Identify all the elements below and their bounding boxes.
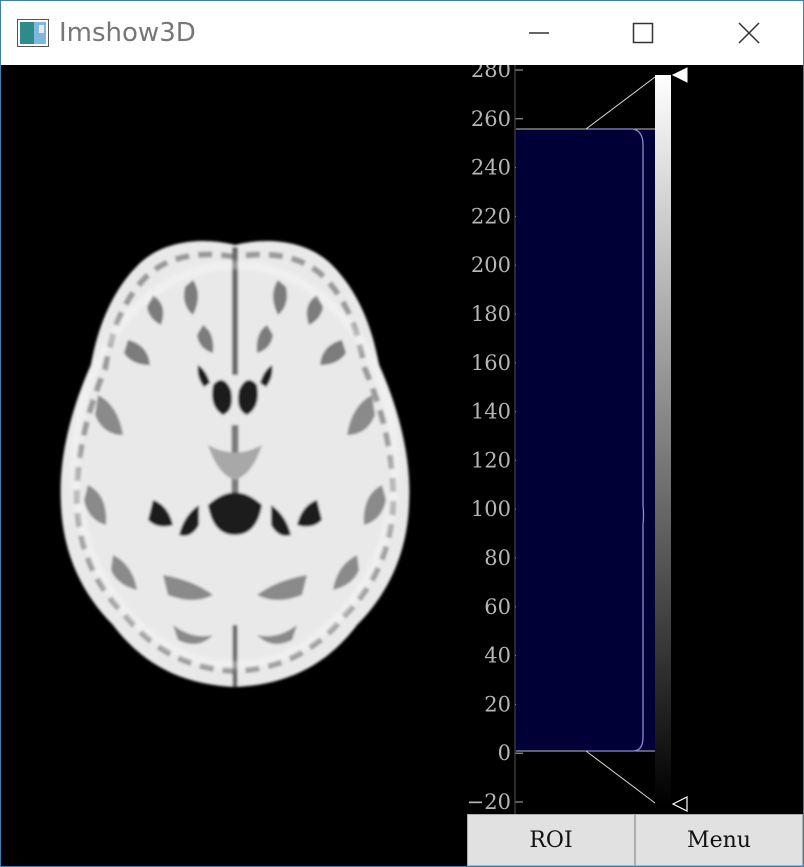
axis-tick-label: 160 [471, 351, 511, 375]
axis-tick-label: 280 [471, 65, 511, 82]
axis-tick-label: −20 [467, 790, 511, 814]
histogram-fill [516, 129, 655, 751]
axis-tick-label: 200 [471, 253, 511, 277]
axis-tick-label: 220 [471, 204, 511, 228]
axis-tick-label: 180 [471, 302, 511, 326]
upper-level-handle[interactable] [671, 67, 688, 83]
axis-tick-label: 240 [471, 156, 511, 180]
axis-tick-label: 80 [484, 546, 511, 570]
close-icon [738, 22, 760, 44]
axis-tick-label: 140 [471, 400, 511, 424]
imshow3d-window: Imshow3D 280 260 240 220 200 180 160 140… [0, 0, 804, 867]
axis-tick-label: 60 [484, 595, 511, 619]
minimize-button[interactable] [489, 1, 589, 65]
axis-tick-label: 0 [498, 741, 511, 765]
axis-tick-label: 40 [484, 644, 511, 668]
app-icon [17, 19, 49, 47]
title-bar[interactable]: Imshow3D [1, 1, 803, 65]
window-title: Imshow3D [59, 18, 196, 48]
upper-level-connector [585, 76, 656, 130]
lower-level-connector [585, 750, 656, 804]
maximize-button[interactable] [593, 1, 693, 65]
intensity-histogram-panel[interactable]: 280260240220200180160140120100806040200−… [3, 65, 803, 815]
close-button[interactable] [699, 1, 799, 65]
menu-button[interactable]: Menu [635, 814, 803, 866]
axis-tick-label: 260 [471, 107, 511, 131]
image-viewport[interactable]: 280 260 240 220 200 180 160 140 120 100 80 60 40 20 0−… [3, 65, 803, 866]
roi-button[interactable]: ROI [467, 814, 635, 866]
minimize-icon [529, 32, 549, 34]
axis-tick-label: 100 [471, 497, 511, 521]
axis-tick-label: 120 [471, 448, 511, 472]
lower-level-handle[interactable] [671, 796, 688, 812]
grayscale-colorbar[interactable] [655, 75, 671, 805]
maximize-icon [632, 22, 654, 44]
axis-tick-label: 20 [484, 692, 511, 716]
